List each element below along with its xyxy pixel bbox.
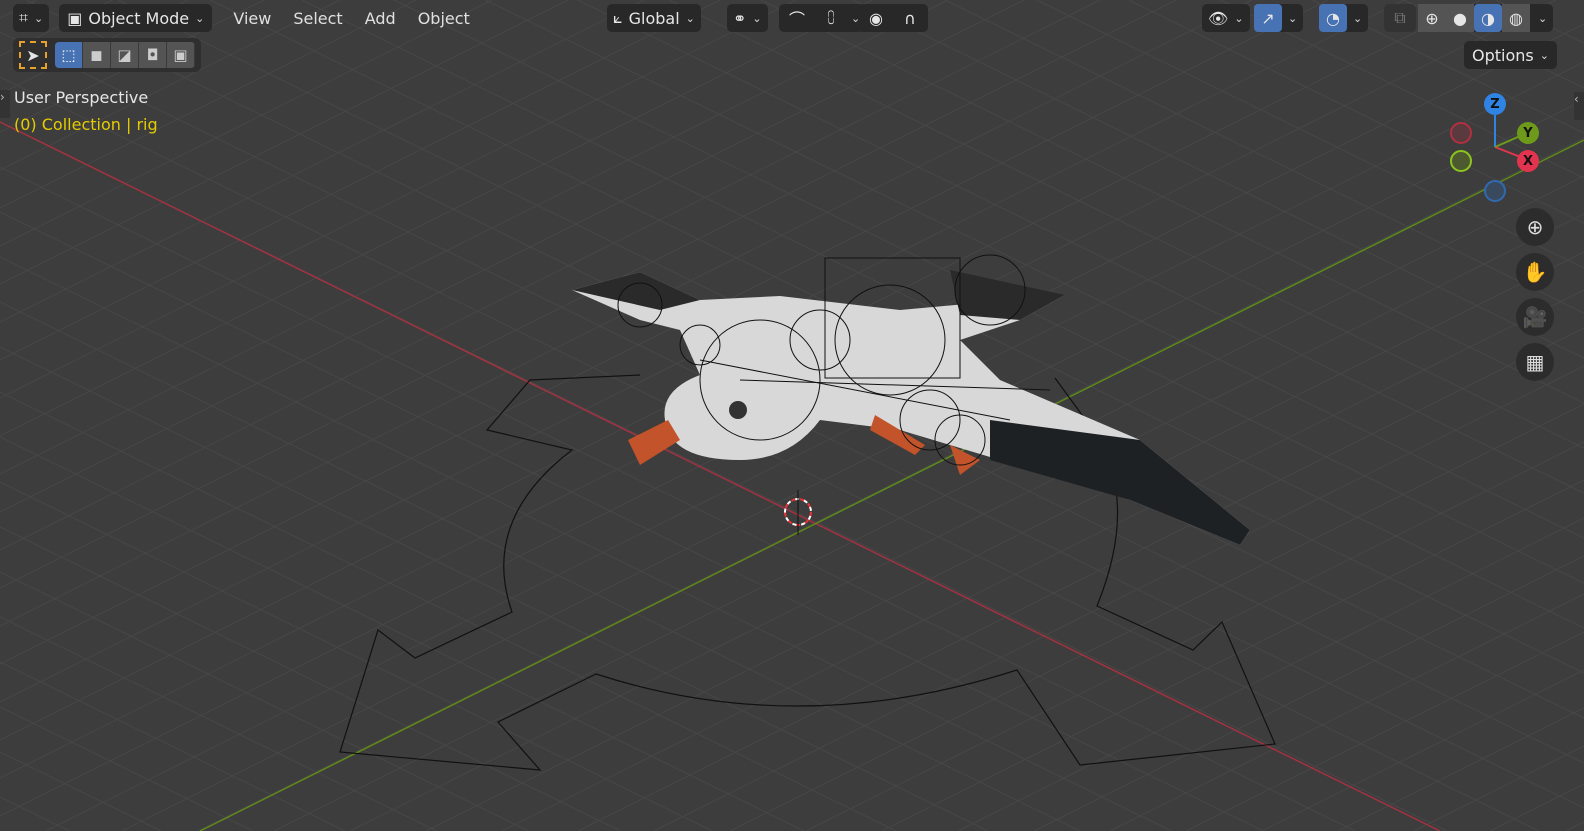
overlays-dropdown[interactable]: ◔ ⌄ [1319, 4, 1369, 32]
view-name: User Perspective [14, 88, 149, 107]
grid-line [273, 175, 1584, 831]
menu-view[interactable]: View [222, 9, 282, 28]
orientation-label: Global [628, 8, 680, 28]
pivot-icon: ⚭ [733, 8, 747, 28]
falloff-icon[interactable]: ∩ [896, 4, 924, 32]
chevron-down-icon: ⌄ [685, 11, 695, 25]
chevron-down-icon: ⌄ [1539, 48, 1549, 62]
grid-line [425, 251, 1584, 831]
snap-increment-icon[interactable]: ⩇ [817, 4, 845, 32]
hand-icon: ✋ [1522, 260, 1548, 284]
pan-view-button[interactable]: ✋ [1516, 253, 1554, 291]
chevron-down-icon: ⌄ [1538, 11, 1548, 25]
proportional-editing-group[interactable]: ◉ ∩ [858, 4, 928, 32]
orientation-icon: ⟀ [613, 8, 623, 27]
overlays-icon[interactable]: ◔ [1319, 4, 1347, 32]
menu-object[interactable]: Object [407, 9, 481, 28]
mode-label: Object Mode [88, 8, 190, 28]
snap-icon[interactable]: ⌒ [783, 4, 811, 32]
camera-icon: 🎥 [1522, 305, 1548, 329]
3d-viewport-icon: ⌗ [19, 8, 29, 27]
viewport-header: ⌗ ⌄ ▣ Object Mode ⌄ View Select Add Object … [0, 0, 1584, 36]
tool-header: ➤ ⬚ ◼ ◪ ◘ ▣ [13, 38, 201, 72]
grid-perspective-icon: ▦ [1525, 350, 1545, 374]
camera-view-button[interactable]: 🎥 [1516, 298, 1554, 336]
gizmo-dropdown[interactable]: ↗ ⌄ [1254, 4, 1304, 32]
options-dropdown[interactable]: Options ⌄ [1464, 41, 1557, 69]
gizmo-neg-y-axis[interactable] [1450, 150, 1472, 172]
grid-line [0, 0, 1025, 513]
gizmo-neg-z-axis[interactable] [1484, 180, 1506, 202]
chevron-down-icon: ⌄ [34, 11, 44, 25]
snap-group[interactable]: ⌒ ⩇ ⌄ [779, 4, 865, 32]
grid-line [0, 0, 1101, 551]
gizmo-neg-x-axis[interactable] [1450, 122, 1472, 144]
object-mode-icon: ▣ [67, 8, 83, 28]
chevron-down-icon: ⌄ [1234, 11, 1244, 25]
select-invert-icon[interactable]: ◘ [139, 42, 167, 68]
select-subtract-icon[interactable]: ◪ [111, 42, 139, 68]
sidebar-expand-icon[interactable]: ‹ [1574, 92, 1584, 120]
zoom-icon: ⊕ [1526, 215, 1544, 239]
grid-line [0, 751, 162, 831]
solid-shading-icon[interactable]: ● [1446, 4, 1474, 32]
grid-line [1337, 707, 1584, 831]
gizmo-z-axis[interactable]: Z [1484, 93, 1506, 115]
grid-line [121, 99, 1584, 831]
grid-line [0, 436, 805, 831]
mode-dropdown[interactable]: ▣ Object Mode ⌄ [59, 4, 213, 32]
rendered-shading-icon[interactable]: ◍ [1502, 4, 1530, 32]
proportional-editing-icon[interactable]: ◉ [862, 4, 890, 32]
zoom-view-button[interactable]: ⊕ [1516, 208, 1554, 246]
grid-line [1565, 821, 1584, 831]
shading-group[interactable]: ⊕ ● ◑ ◍ ⌄ [1418, 4, 1554, 32]
grid-line [1109, 593, 1584, 831]
grid-line [1033, 555, 1584, 831]
chevron-down-icon: ⌄ [195, 11, 205, 25]
perspective-toggle-button[interactable]: ▦ [1516, 343, 1554, 381]
visibility-dropdown[interactable]: 👁 ⌄ [1202, 4, 1250, 32]
grid-line [0, 616, 437, 831]
options-label: Options [1472, 45, 1534, 65]
select-intersect-icon[interactable]: ▣ [167, 42, 195, 68]
grid-line [0, 706, 254, 831]
material-preview-icon[interactable]: ◑ [1474, 4, 1502, 32]
chevron-down-icon: ⌄ [1288, 11, 1298, 25]
toolbar-expand-icon[interactable]: › [0, 90, 10, 118]
root-control-widget[interactable] [339, 374, 1276, 771]
grid-line [0, 796, 70, 831]
chevron-down-icon: ⌄ [1353, 11, 1363, 25]
wireframe-shading-icon[interactable]: ⊕ [1418, 4, 1446, 32]
eye-icon: 👁 [1208, 8, 1229, 28]
grid-line [0, 571, 529, 831]
grid-line [501, 289, 1584, 831]
grid-line [0, 481, 713, 831]
grid-line [45, 61, 1584, 831]
chevron-down-icon: ⌄ [752, 11, 762, 25]
grid-line [0, 256, 1172, 831]
grid-line [0, 0, 1329, 665]
gizmo-y-axis[interactable]: Y [1517, 122, 1539, 144]
collection-info: (0) Collection | rig [14, 115, 158, 134]
grid-line [1489, 783, 1584, 831]
xray-toggle[interactable]: ⧉ [1384, 4, 1416, 32]
select-new-icon[interactable]: ⬚ [55, 42, 83, 68]
grid-line [1261, 669, 1584, 831]
transform-orientation-dropdown[interactable]: ⟀ Global ⌄ [607, 4, 701, 32]
editor-type-button[interactable]: ⌗ ⌄ [13, 4, 50, 32]
grid-line [197, 137, 1584, 831]
3d-viewport[interactable] [0, 0, 1584, 831]
menu-select[interactable]: Select [282, 9, 353, 28]
gizmo-icon[interactable]: ↗ [1254, 4, 1282, 32]
select-extend-icon[interactable]: ◼ [83, 42, 111, 68]
selection-mode-group: ⬚ ◼ ◪ ◘ ▣ [55, 42, 195, 68]
menu-add[interactable]: Add [354, 9, 407, 28]
pivot-point-dropdown[interactable]: ⚭ ⌄ [727, 4, 768, 32]
grid-line [0, 526, 621, 831]
xray-icon: ⧉ [1394, 8, 1406, 27]
select-tool-icon[interactable]: ➤ [19, 41, 47, 69]
grid-line [1413, 745, 1584, 831]
gizmo-x-axis[interactable]: X [1517, 150, 1539, 172]
